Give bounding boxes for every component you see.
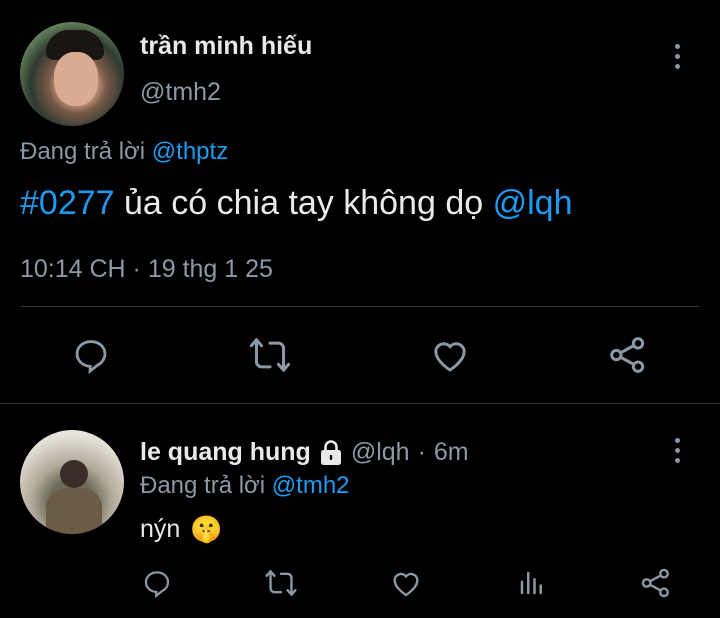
like-icon[interactable] — [390, 568, 422, 598]
reply-more-icon[interactable] — [675, 438, 680, 463]
retweet-icon[interactable] — [248, 336, 292, 374]
main-more-icon[interactable] — [675, 44, 680, 69]
share-icon[interactable] — [608, 336, 648, 374]
like-icon[interactable] — [430, 336, 470, 374]
reply-avatar[interactable] — [20, 430, 124, 534]
retweet-icon[interactable] — [264, 568, 298, 598]
views-icon[interactable] — [518, 568, 546, 598]
main-text-body: ủa có chia tay không dọ — [124, 184, 484, 222]
main-replying-prefix: Đang trả lời — [20, 138, 146, 165]
reply-display-name[interactable]: le quang hung — [140, 438, 311, 467]
main-timestamp[interactable]: 10:14 CH · 19 thg 1 25 — [20, 255, 273, 284]
reply-replying-line: Đang trả lời @tmh2 — [140, 472, 350, 500]
share-icon[interactable] — [640, 568, 672, 598]
reply-replying-prefix: Đang trả lời — [140, 472, 266, 499]
main-mention[interactable]: @lqh — [493, 184, 573, 222]
reply-handle[interactable]: @lqh — [351, 438, 410, 467]
main-hashtag[interactable]: #0277 — [20, 184, 115, 222]
main-avatar[interactable] — [20, 22, 124, 126]
main-tweet-text: #0277 ủa có chia tay không dọ @lqh — [20, 184, 573, 223]
main-replying-line: Đang trả lời @thptz — [20, 138, 228, 166]
shushing-emoji: 🤫 — [190, 514, 223, 544]
reply-tweet-text: nýn 🤫 — [140, 514, 223, 545]
main-divider — [20, 306, 700, 307]
reply-header: le quang hung @lqh · 6m — [140, 438, 469, 467]
main-handle[interactable]: @tmh2 — [140, 78, 221, 107]
lock-icon — [319, 439, 343, 466]
section-divider — [0, 403, 720, 404]
reply-age[interactable]: 6m — [434, 438, 469, 467]
reply-text-body: nýn — [140, 515, 181, 543]
reply-separator: · — [417, 438, 426, 466]
main-replying-mention[interactable]: @thptz — [152, 138, 228, 165]
reply-replying-mention[interactable]: @tmh2 — [272, 472, 350, 499]
main-display-name[interactable]: trần minh hiếu — [140, 32, 312, 61]
reply-icon[interactable] — [72, 336, 110, 374]
reply-icon[interactable] — [142, 568, 172, 598]
